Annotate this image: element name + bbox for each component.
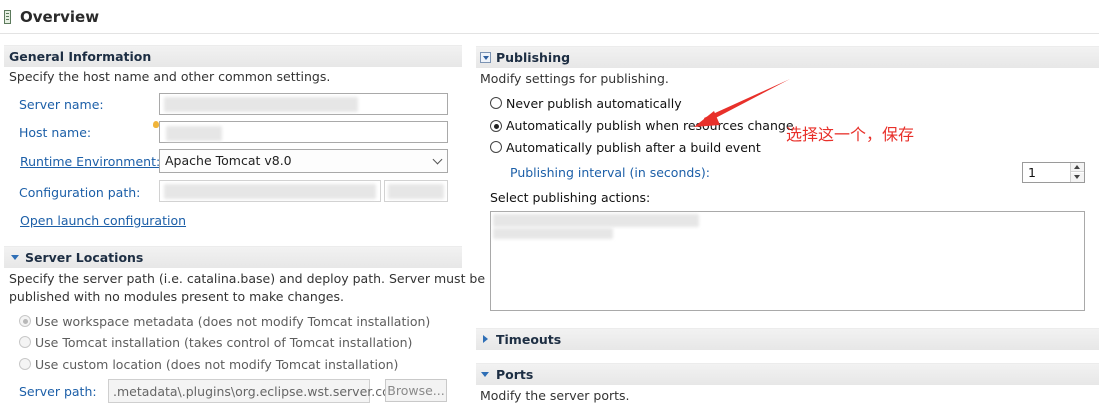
open-launch-configuration-link[interactable]: Open launch configuration [20, 213, 186, 228]
publishing-actions-label: Select publishing actions: [490, 190, 651, 205]
server-name-field[interactable] [159, 93, 448, 115]
configuration-path-field[interactable] [159, 180, 381, 202]
collapsed-triangle-icon[interactable] [483, 335, 488, 343]
browse-button[interactable]: Browse... [385, 379, 447, 402]
runtime-environment-select[interactable]: Apache Tomcat v8.0 [159, 149, 448, 173]
configuration-path-label: Configuration path: [19, 185, 141, 200]
radio-publish-after-build[interactable] [490, 141, 502, 153]
expanded-triangle-icon[interactable] [481, 372, 489, 377]
collapse-toggle-icon[interactable] [480, 52, 491, 63]
radio-label: Never publish automatically [506, 96, 682, 111]
runtime-environment-value: Apache Tomcat v8.0 [165, 153, 292, 168]
radio-label: Use workspace metadata (does not modify … [35, 314, 431, 329]
annotation-note: 选择这一个，保存 [786, 125, 915, 144]
publishing-interval-value: 1 [1028, 165, 1036, 180]
configuration-path-browse-button[interactable] [384, 180, 448, 202]
publishing-interval-spinner[interactable]: 1 [1022, 162, 1085, 183]
radio-label: Use Tomcat installation (takes control o… [35, 335, 413, 350]
spinner-buttons [1070, 163, 1084, 182]
server-overview-icon [4, 10, 11, 24]
runtime-environment-link[interactable]: Runtime Environment: [20, 154, 160, 169]
radio-never-publish[interactable] [490, 97, 502, 109]
redacted-text [493, 214, 699, 227]
server-path-field[interactable]: .metadata\.plugins\org.eclipse.wst.serve… [108, 379, 390, 403]
ports-section-header[interactable] [476, 363, 1099, 385]
server-locations-desc-line1: Specify the server path (i.e. catalina.b… [9, 271, 486, 286]
server-name-label: Server name: [19, 97, 104, 112]
radio-use-workspace-metadata[interactable] [19, 315, 31, 327]
ports-title: Ports [496, 367, 534, 382]
redacted-text [388, 184, 444, 199]
redacted-text [493, 228, 613, 239]
server-path-value: .metadata\.plugins\org.eclipse.wst.serve… [113, 384, 390, 399]
annotation-arrow-icon [694, 79, 790, 127]
publishing-desc: Modify settings for publishing. [480, 71, 669, 86]
spinner-up-icon[interactable] [1071, 163, 1084, 172]
radio-use-custom-location[interactable] [19, 358, 31, 370]
timeouts-section-header[interactable] [476, 328, 1099, 350]
redacted-text [164, 97, 358, 112]
general-section-title: General Information [9, 49, 152, 64]
radio-publish-on-resource-change[interactable] [490, 120, 502, 132]
expanded-triangle-icon[interactable] [11, 255, 19, 260]
redacted-text [164, 184, 376, 199]
server-locations-title: Server Locations [25, 250, 144, 265]
general-section-desc: Specify the host name and other common s… [9, 69, 331, 84]
radio-use-tomcat-installation[interactable] [19, 336, 31, 348]
publishing-actions-list[interactable] [490, 211, 1085, 311]
ports-desc: Modify the server ports. [480, 388, 630, 403]
spinner-down-icon[interactable] [1071, 173, 1084, 182]
header-divider [0, 33, 1099, 34]
page-title: Overview [20, 8, 100, 26]
publishing-title: Publishing [496, 50, 571, 65]
host-name-label: Host name: [19, 125, 92, 140]
chevron-down-icon [432, 154, 443, 165]
host-name-field[interactable] [159, 121, 448, 143]
server-path-label: Server path: [19, 384, 97, 399]
radio-label: Automatically publish after a build even… [506, 140, 761, 155]
radio-label: Use custom location (does not modify Tom… [35, 357, 399, 372]
publishing-interval-label: Publishing interval (in seconds): [510, 165, 710, 180]
redacted-text [166, 126, 222, 141]
server-locations-desc-line2: published with no modules present to mak… [9, 289, 344, 304]
timeouts-title: Timeouts [496, 332, 562, 347]
